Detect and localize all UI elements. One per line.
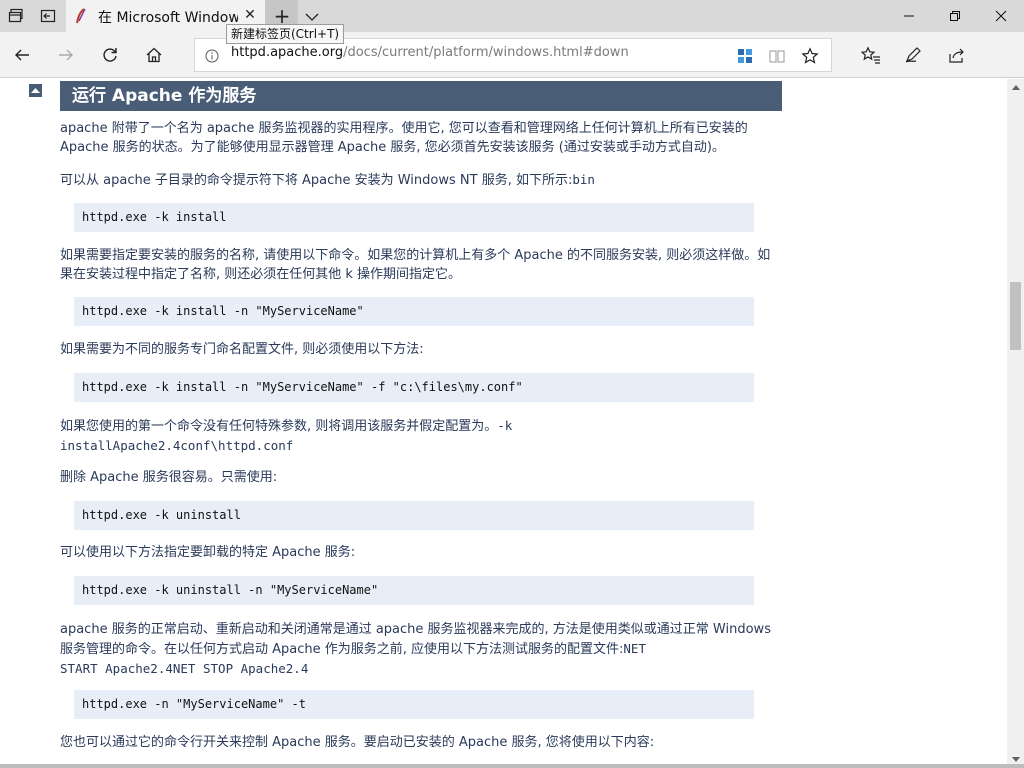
star-icon[interactable]: [800, 46, 820, 66]
url-domain: httpd.apache.org: [231, 45, 344, 60]
scroll-up-icon[interactable]: [1007, 79, 1024, 96]
inline-code: NET: [623, 641, 646, 656]
paragraph: apache 附带了一个名为 apache 服务监视器的实用程序。使用它, 您可…: [60, 121, 748, 155]
home-icon[interactable]: [141, 42, 167, 68]
tab-strip: 在 Microsoft Windows上 ✕ +: [0, 0, 1024, 32]
url-path: /docs/current/platform/windows.html#down: [343, 45, 629, 60]
close-window-icon[interactable]: [978, 0, 1024, 32]
vertical-scrollbar[interactable]: [1007, 79, 1024, 768]
paragraph: 删除 Apache 服务很容易。只需使用:: [60, 470, 278, 485]
close-icon[interactable]: ✕: [242, 7, 258, 23]
minimize-icon[interactable]: [886, 0, 932, 32]
inline-code: -k: [497, 418, 513, 433]
paragraph: 您也可以通过它的命令行开关来控制 Apache 服务。要启动已安装的 Apach…: [60, 735, 655, 750]
extension-icon[interactable]: [735, 46, 755, 66]
refresh-icon[interactable]: [97, 42, 123, 68]
window-bottom-edge: [0, 764, 1024, 768]
paragraph-text: 可以从 apache 子目录的命令提示符下将 Apache 安装为 Window…: [60, 173, 573, 188]
inline-code: bin: [572, 172, 595, 187]
favorites-icon[interactable]: [858, 42, 884, 68]
code-block: httpd.exe -k install -n "MyServiceName" …: [74, 373, 754, 402]
paragraph: 如果您使用的第一个命令没有任何特殊参数, 则将调用该服务并假定配置为。-k ins…: [60, 416, 780, 456]
paragraph: 如果需要指定要安装的服务的名称, 请使用以下命令。如果您的计算机上有多个 Apa…: [60, 248, 771, 282]
code-block: httpd.exe -n "MyServiceName" -t: [74, 690, 754, 719]
set-aside-icon[interactable]: [38, 6, 58, 26]
navigation-bar: httpd.apache.org/docs/current/platform/w…: [0, 32, 1024, 78]
scrollbar-thumb[interactable]: [1010, 282, 1021, 350]
paragraph: 可以从 apache 子目录的命令提示符下将 Apache 安装为 Window…: [60, 170, 780, 190]
share-icon[interactable]: [944, 42, 970, 68]
tab-manager-icon[interactable]: [6, 6, 26, 26]
reading-view-icon[interactable]: [767, 46, 787, 66]
plus-icon: +: [273, 4, 291, 28]
code-block: httpd.exe -k uninstall: [74, 501, 754, 530]
info-icon[interactable]: [205, 48, 219, 63]
paragraph: 可以使用以下方法指定要卸载的特定 Apache 服务:: [60, 545, 356, 560]
inline-code: installApache2.4conf\httpd.conf: [60, 438, 294, 453]
arrow-up-icon[interactable]: [29, 84, 42, 97]
paragraph: 如果需要为不同的服务专门命名配置文件, 则必须使用以下方法:: [60, 342, 424, 357]
tab-title: 在 Microsoft Windows上: [98, 10, 238, 26]
code-block: httpd.exe -k install -n "MyServiceName": [74, 297, 754, 326]
apache-feather-icon: [74, 8, 88, 24]
section-heading: 运行 Apache 作为服务: [60, 81, 782, 111]
back-icon[interactable]: [9, 42, 35, 68]
code-block: httpd.exe -k uninstall -n "MyServiceName…: [74, 576, 754, 605]
paragraph-text: apache 服务的正常启动、重新启动和关闭通常是通过 apache 服务监视器…: [60, 622, 771, 657]
new-tab-tooltip: 新建标签页(Ctrl+T): [226, 24, 345, 44]
url-text[interactable]: httpd.apache.org/docs/current/platform/w…: [231, 45, 629, 60]
forward-icon[interactable]: [53, 42, 79, 68]
inline-code: START Apache2.4NET STOP Apache2.4: [60, 661, 309, 676]
pen-icon[interactable]: [900, 42, 926, 68]
chevron-down-icon[interactable]: [302, 6, 322, 26]
maximize-icon[interactable]: [932, 0, 978, 32]
paragraph-text: 如果您使用的第一个命令没有任何特殊参数, 则将调用该服务并假定配置为。: [60, 419, 498, 434]
page-content: 运行 Apache 作为服务 apache 附带了一个名为 apache 服务监…: [0, 79, 1007, 768]
paragraph: apache 服务的正常启动、重新启动和关闭通常是通过 apache 服务监视器…: [60, 620, 780, 679]
code-block: httpd.exe -k install: [74, 203, 754, 232]
